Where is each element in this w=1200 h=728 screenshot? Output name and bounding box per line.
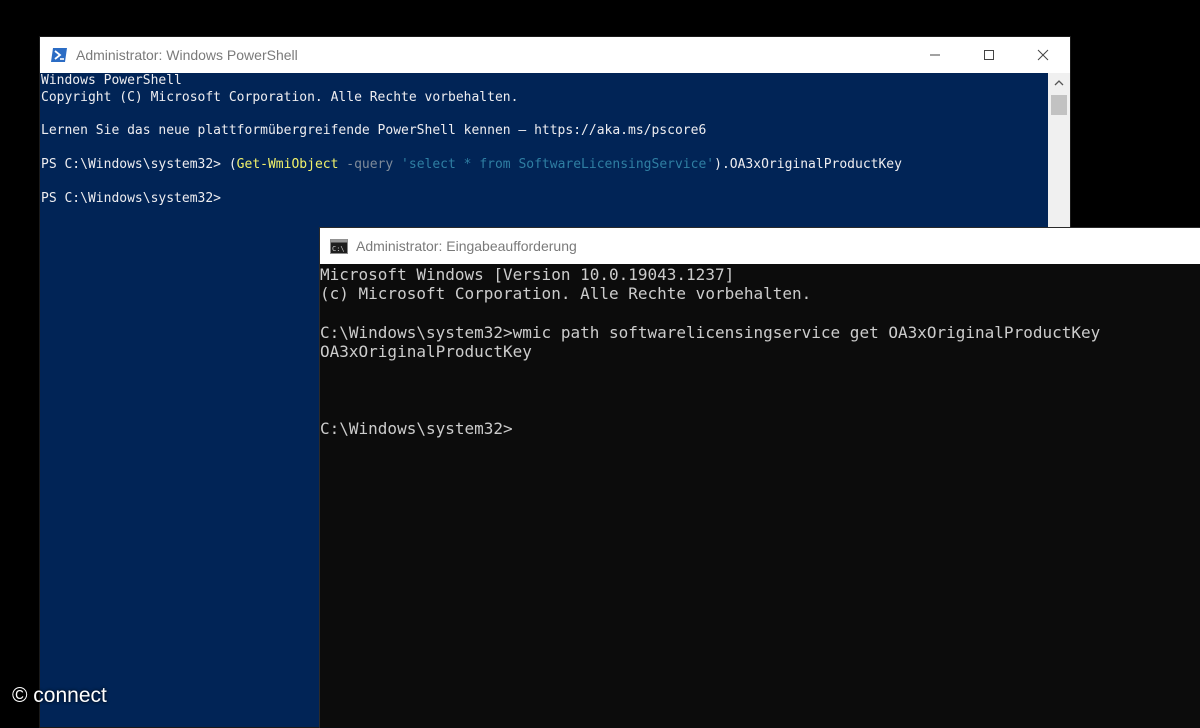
window-title: Administrator: Eingabeaufforderung xyxy=(356,238,577,254)
cmdlet-token: Get-WmiObject xyxy=(236,156,339,172)
console-line: (c) Microsoft Corporation. Alle Rechte v… xyxy=(320,284,812,304)
chevron-up-icon xyxy=(1054,80,1064,86)
console-line: Windows PowerShell xyxy=(41,73,182,88)
close-icon xyxy=(1037,49,1049,61)
console-line: C:\Windows\system32>wmic path softwareli… xyxy=(320,322,1101,342)
property-access: ).OA3xOriginalProductKey xyxy=(714,156,902,172)
cmd-icon: C:\ xyxy=(330,237,348,255)
maximize-icon xyxy=(984,50,994,60)
prompt-line: PS C:\Windows\system32> xyxy=(41,190,222,206)
cmd-console[interactable]: Microsoft Windows [Version 10.0.19043.12… xyxy=(320,264,1200,728)
close-button[interactable] xyxy=(1016,37,1070,73)
string-token: 'select * from SoftwareLicensingService' xyxy=(401,156,715,172)
minimize-button[interactable] xyxy=(908,37,962,73)
svg-text:C:\: C:\ xyxy=(332,245,345,253)
cmd-window[interactable]: C:\ Administrator: Eingabeaufforderung M… xyxy=(320,228,1200,728)
console-line: Microsoft Windows [Version 10.0.19043.12… xyxy=(320,265,735,284)
watermark: © connect xyxy=(12,684,107,707)
powershell-icon xyxy=(50,46,68,64)
parameter-token: -query xyxy=(346,156,394,172)
prompt: PS C:\Windows\system32> xyxy=(41,156,229,172)
powershell-titlebar[interactable]: Administrator: Windows PowerShell xyxy=(40,37,1070,73)
command-line: PS C:\Windows\system32> (Get-WmiObject -… xyxy=(41,157,1048,174)
minimize-icon xyxy=(930,54,940,56)
console-line: OA3xOriginalProductKey xyxy=(320,341,532,361)
scroll-up-button[interactable] xyxy=(1048,73,1070,93)
console-line: Lernen Sie das neue plattformübergreifen… xyxy=(41,123,707,139)
paren: ( xyxy=(228,156,237,172)
window-title: Administrator: Windows PowerShell xyxy=(76,47,298,63)
prompt-line: C:\Windows\system32> xyxy=(320,418,513,438)
scrollbar-thumb[interactable] xyxy=(1051,95,1067,115)
console-line: Copyright (C) Microsoft Corporation. All… xyxy=(41,89,519,105)
cmd-titlebar[interactable]: C:\ Administrator: Eingabeaufforderung xyxy=(320,228,1200,264)
maximize-button[interactable] xyxy=(962,37,1016,73)
